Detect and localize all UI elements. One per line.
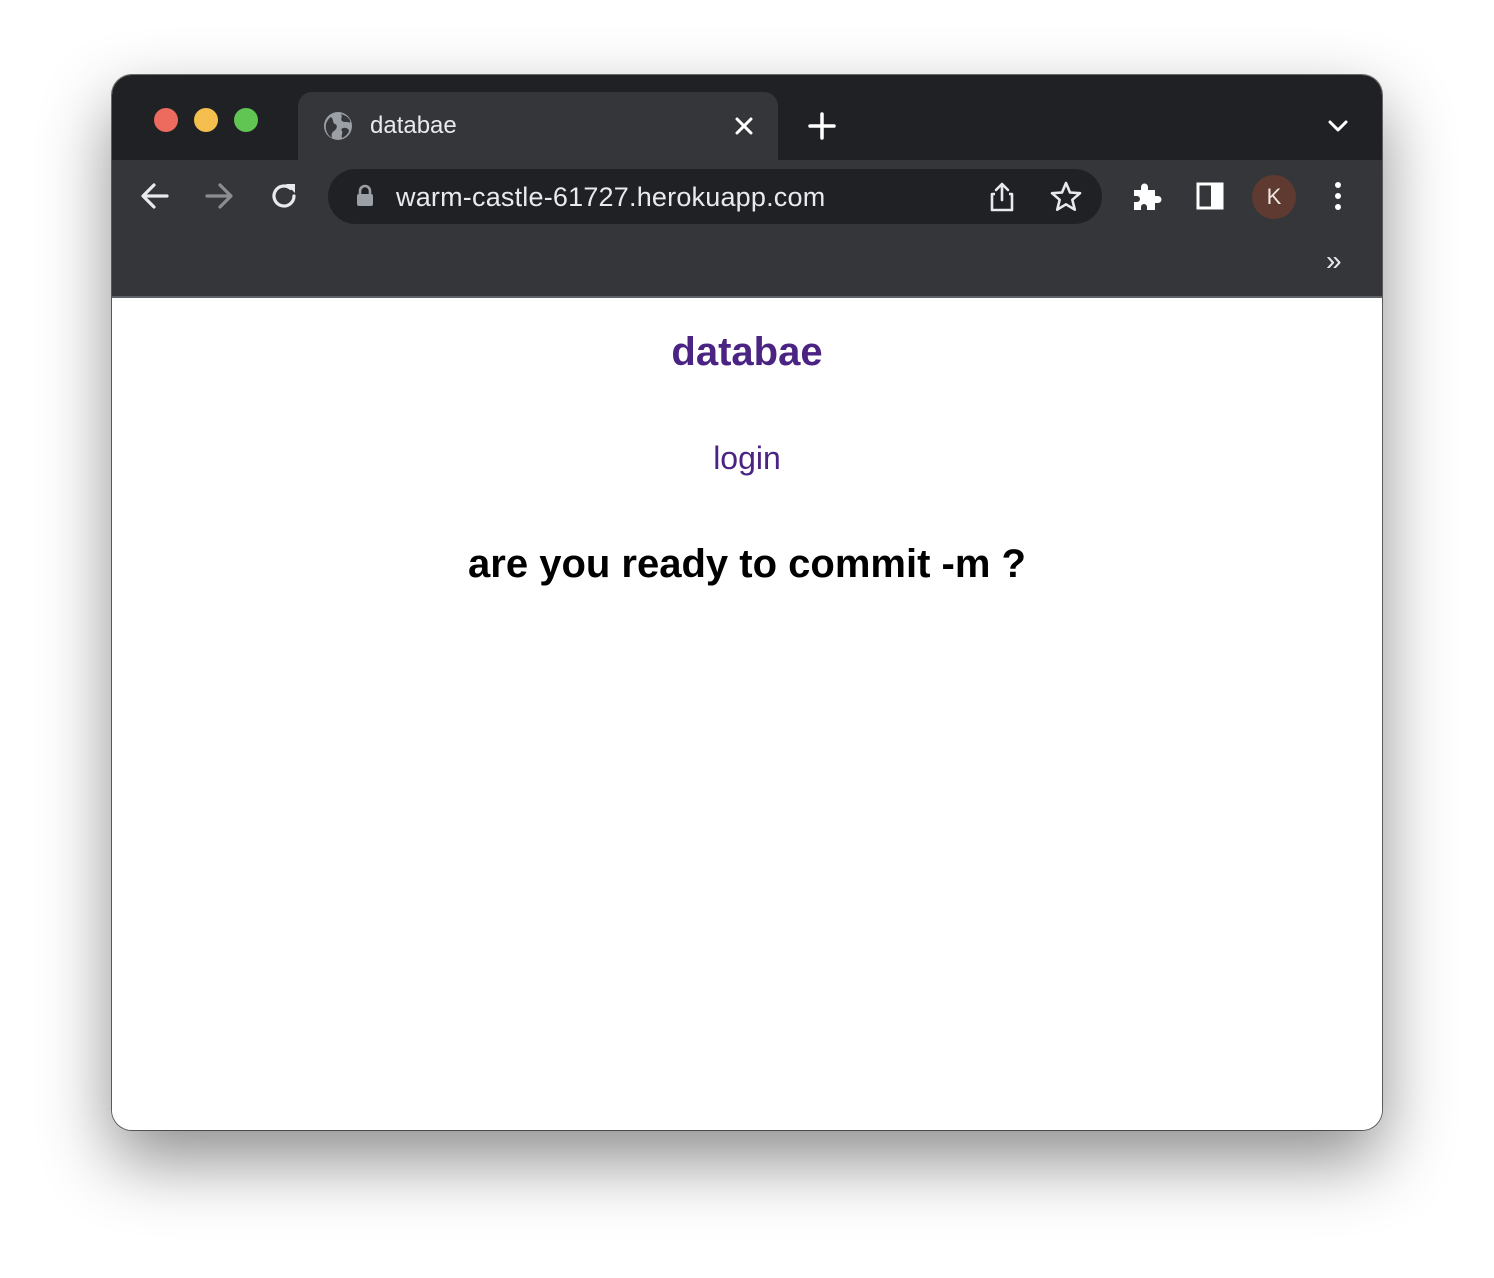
page-content: databae login are you ready to commit -m…: [112, 298, 1382, 1130]
star-icon[interactable]: [1048, 179, 1084, 215]
bookmarks-overflow-button[interactable]: »: [1326, 246, 1342, 276]
page-headline: are you ready to commit -m ?: [468, 542, 1026, 586]
arrow-left-icon[interactable]: [137, 178, 173, 214]
plus-icon[interactable]: [806, 110, 838, 142]
lock-icon[interactable]: [352, 183, 378, 209]
globe-icon: [324, 112, 352, 140]
share-icon[interactable]: [984, 179, 1020, 215]
site-title: databae: [671, 330, 823, 374]
toolbar: warm-castle-61727.herokuapp.com K: [112, 160, 1382, 232]
profile-avatar[interactable]: K: [1252, 175, 1296, 219]
side-panel-icon[interactable]: [1192, 178, 1228, 214]
close-icon[interactable]: [730, 112, 758, 140]
tab-title: databae: [370, 112, 457, 139]
login-link[interactable]: login: [697, 438, 797, 478]
reload-icon[interactable]: [266, 178, 302, 214]
arrow-right-icon[interactable]: [201, 178, 237, 214]
minimize-window-button[interactable]: [194, 108, 218, 132]
puzzle-icon[interactable]: [1128, 178, 1164, 214]
address-bar[interactable]: warm-castle-61727.herokuapp.com: [328, 169, 1102, 224]
bookmarks-bar: »: [112, 232, 1382, 298]
chevron-down-icon[interactable]: [1324, 112, 1352, 140]
address-bar-url: warm-castle-61727.herokuapp.com: [396, 182, 826, 212]
zoom-window-button[interactable]: [234, 108, 258, 132]
close-window-button[interactable]: [154, 108, 178, 132]
tab-databae[interactable]: databae: [298, 92, 778, 160]
tab-strip: databae: [112, 75, 1382, 160]
browser-window: databae warm-castle-61727.herokuapp.com …: [112, 75, 1382, 1130]
kebab-menu-icon[interactable]: [1320, 178, 1356, 214]
